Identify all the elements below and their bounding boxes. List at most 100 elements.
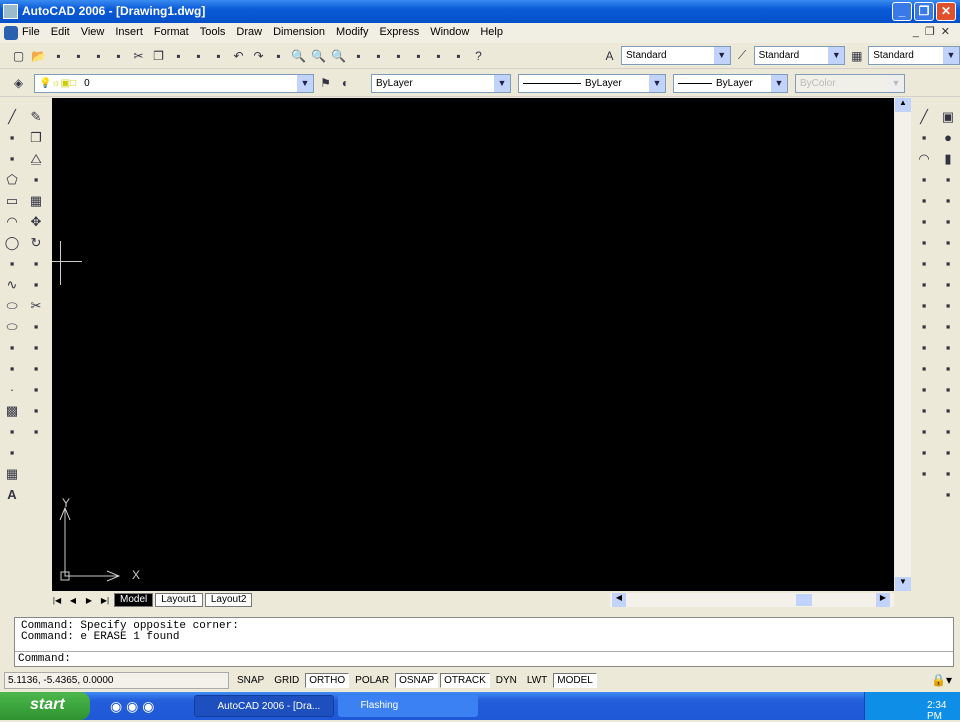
start-button[interactable]: start (0, 692, 90, 720)
zoom-window-icon[interactable]: 🔍 (310, 47, 327, 64)
setup-drawing-icon[interactable]: ▪ (938, 339, 958, 356)
lineweight-select[interactable]: ByLayer ▼ (673, 73, 788, 93)
layer-manager-icon[interactable]: ◈ (10, 75, 27, 92)
status-toggle-otrack[interactable]: OTRACK (440, 672, 490, 688)
hatch-icon[interactable]: ▩ (2, 402, 22, 419)
restore-button[interactable]: ❐ (914, 2, 934, 21)
move-icon[interactable]: ✥ (26, 213, 46, 230)
extrude-icon[interactable]: ▪ (938, 234, 958, 251)
section-icon[interactable]: ▪ (938, 297, 958, 314)
2d-wireframe-icon[interactable]: ▪ (938, 402, 958, 419)
center-mark-icon[interactable]: ▪ (914, 381, 934, 398)
wedge-icon[interactable]: ▪ (938, 192, 958, 209)
status-toggle-model[interactable]: MODEL (553, 672, 597, 688)
join-icon[interactable]: ▪ (26, 360, 46, 377)
revision-cloud-icon[interactable]: ▪ (2, 255, 22, 272)
properties-icon[interactable]: ▪ (350, 47, 367, 64)
break-icon[interactable]: ▪ (26, 339, 46, 356)
match-properties-icon[interactable]: ▪ (190, 47, 207, 64)
chevron-down-icon[interactable]: ▼ (713, 47, 730, 64)
tolerance-icon[interactable]: ▪ (914, 360, 934, 377)
construction-line-icon[interactable]: ▪ (2, 129, 22, 146)
menu-insert[interactable]: Insert (115, 26, 143, 43)
jogged-icon[interactable]: ▪ (914, 213, 934, 230)
gradient-icon[interactable]: ▪ (2, 423, 22, 440)
insert-block-icon[interactable]: ▪ (2, 339, 22, 356)
status-toggle-dyn[interactable]: DYN (492, 673, 521, 688)
tab-layout1[interactable]: Layout1 (155, 593, 203, 607)
zoom-realtime-icon[interactable]: 🔍 (290, 47, 307, 64)
open-icon[interactable]: 📂 (30, 47, 47, 64)
quick-leader-icon[interactable]: ▪ (914, 339, 934, 356)
scroll-down-button[interactable]: ▼ (895, 577, 911, 591)
quick-launch-icons[interactable]: ◉ ◉ ◉ (110, 698, 154, 715)
drawing-canvas[interactable]: Y X (52, 98, 894, 591)
cylinder-icon[interactable]: ▮ (938, 150, 958, 167)
dim-style-select[interactable]: Standard ▼ (753, 46, 846, 65)
menu-tools[interactable]: Tools (200, 26, 226, 43)
menu-format[interactable]: Format (154, 26, 189, 43)
make-block-icon[interactable]: ▪ (2, 360, 22, 377)
chevron-down-icon[interactable]: ▼ (649, 74, 665, 92)
redo-icon[interactable]: ↷ (250, 47, 267, 64)
command-window[interactable]: Command: Specify opposite corner: Comman… (14, 617, 954, 667)
rectangle-icon[interactable]: ▭ (2, 192, 22, 209)
prev-tab-button[interactable]: ◀ (66, 594, 80, 607)
table-icon[interactable]: ▦ (2, 465, 22, 482)
status-toggle-polar[interactable]: POLAR (351, 673, 393, 688)
status-toggle-snap[interactable]: SNAP (233, 673, 268, 688)
undo-icon[interactable]: ↶ (230, 47, 247, 64)
angular-icon[interactable]: ▪ (914, 255, 934, 272)
design-center-icon[interactable]: ▪ (370, 47, 387, 64)
chevron-down-icon[interactable]: ▼ (942, 47, 959, 64)
erase-icon[interactable]: ✎ (26, 108, 46, 125)
aligned-dim-icon[interactable]: ▪ (914, 129, 934, 146)
setup-view-icon[interactable]: ▪ (938, 360, 958, 377)
table-style-select[interactable]: Standard ▼ (868, 46, 960, 65)
chamfer-icon[interactable]: ▪ (26, 381, 46, 398)
polyline-icon[interactable]: ▪ (2, 150, 22, 167)
ellipse-icon[interactable]: ⬭ (2, 297, 22, 314)
menu-edit[interactable]: Edit (51, 26, 70, 43)
menu-file[interactable]: File (22, 26, 40, 43)
horizontal-scrollbar[interactable]: ◀ ▶ (610, 593, 894, 607)
scroll-right-button[interactable]: ▶ (876, 593, 890, 607)
document-icon[interactable] (4, 26, 18, 40)
save-icon[interactable]: ▪ (50, 47, 67, 64)
linear-dim-icon[interactable]: ╱ (914, 108, 934, 125)
status-toggle-lwt[interactable]: LWT (523, 673, 551, 688)
copy-object-icon[interactable]: ❐ (26, 129, 46, 146)
revolve-icon[interactable]: ▪ (938, 255, 958, 272)
minimize-button[interactable]: _ (892, 2, 912, 21)
multiline-text-icon[interactable]: A (2, 486, 22, 503)
sheet-set-icon[interactable]: ▪ (410, 47, 427, 64)
scroll-up-button[interactable]: ▲ (895, 98, 911, 112)
3d-wireframe-icon[interactable]: ▪ (938, 423, 958, 440)
gouraud-icon[interactable]: ▪ (938, 486, 958, 503)
dim-style-icon[interactable]: ▪ (914, 465, 934, 482)
cone-icon[interactable]: ▪ (938, 171, 958, 188)
tab-model[interactable]: Model (114, 593, 154, 607)
radius-icon[interactable]: ▪ (914, 192, 934, 209)
rotate-icon[interactable]: ↻ (26, 234, 46, 251)
document-window-controls[interactable]: _❐✕ (913, 25, 956, 38)
publish-icon[interactable]: ▪ (110, 47, 127, 64)
taskbar-item-flashing[interactable]: Flashing (338, 695, 479, 717)
zoom-previous-icon[interactable]: 🔍 (330, 47, 347, 64)
trim-icon[interactable]: ✂ (26, 297, 46, 314)
torus-icon[interactable]: ▪ (938, 213, 958, 230)
diameter-icon[interactable]: ▪ (914, 234, 934, 251)
polygon-icon[interactable]: ⬠ (2, 171, 22, 188)
chevron-down-icon[interactable]: ▼ (828, 47, 845, 64)
box-icon[interactable]: ▣ (938, 108, 958, 125)
plot-icon[interactable]: ▪ (70, 47, 87, 64)
text-style-select[interactable]: Standard ▼ (621, 46, 731, 65)
new-icon[interactable]: ▢ (10, 47, 27, 64)
taskbar-item-autocad[interactable]: AutoCAD 2006 - [Dra... (194, 695, 335, 717)
dim-update-icon[interactable]: ▪ (914, 444, 934, 461)
chevron-down-icon[interactable]: ▼ (297, 74, 313, 92)
menu-help[interactable]: Help (480, 26, 503, 43)
command-input[interactable]: Command: (15, 652, 953, 665)
sphere-icon[interactable]: ● (938, 129, 958, 146)
ordinate-icon[interactable]: ▪ (914, 171, 934, 188)
